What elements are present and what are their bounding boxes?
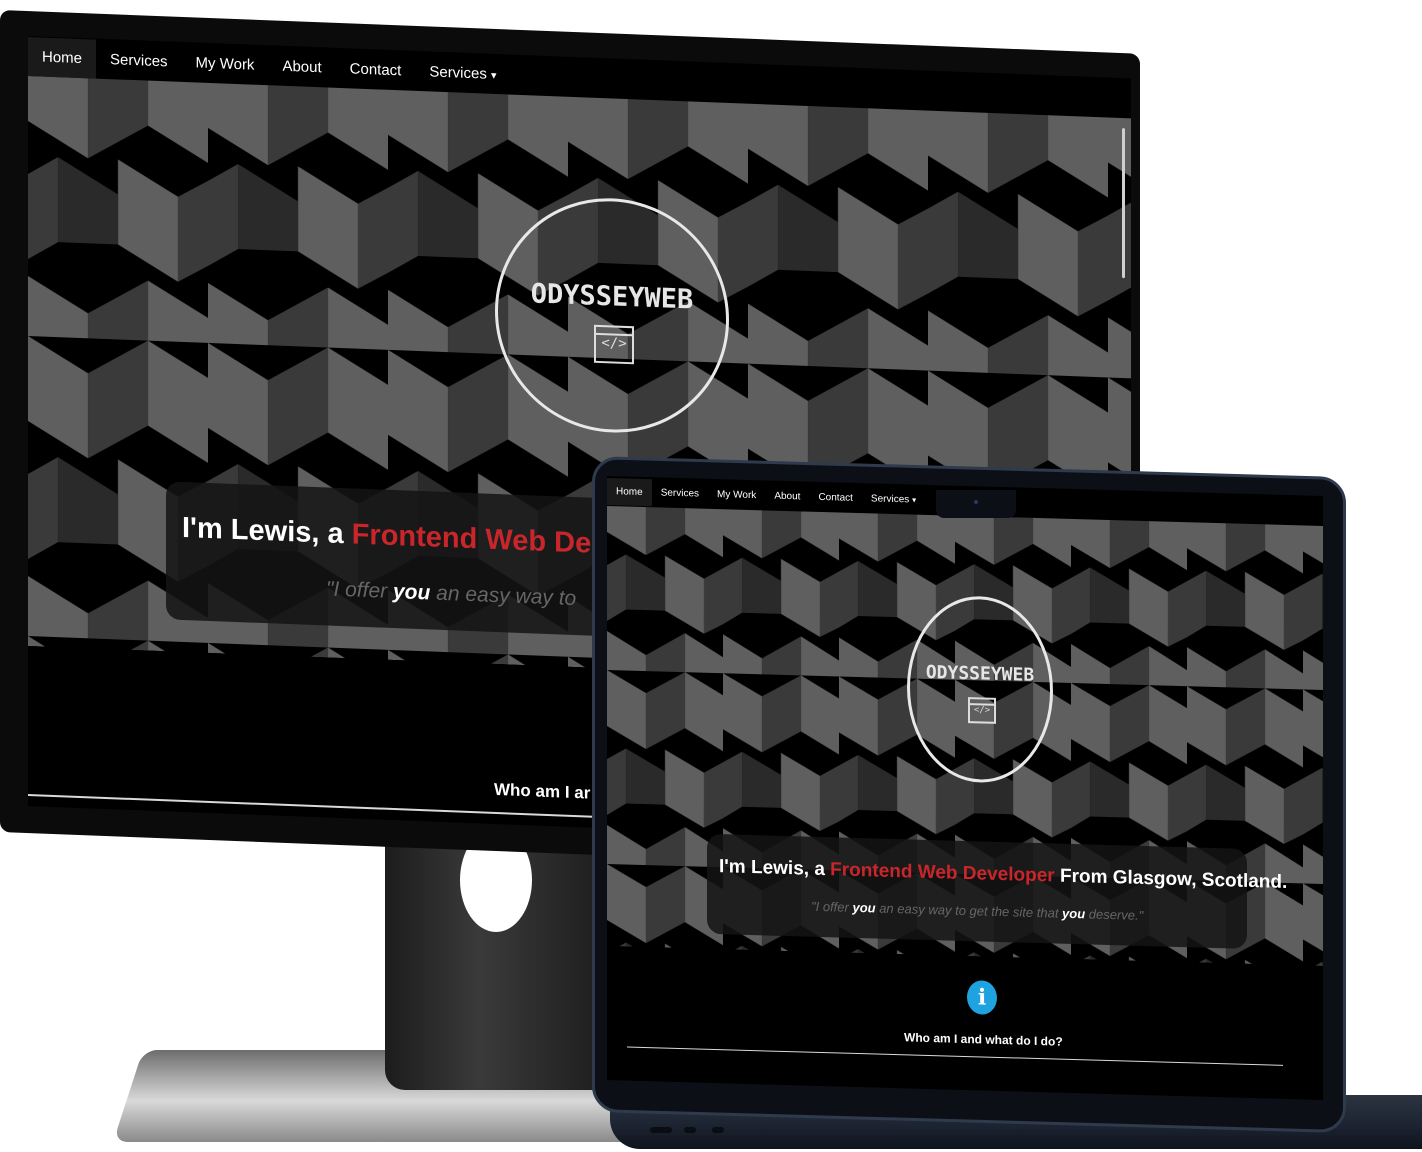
nav-my-work[interactable]: My Work <box>182 42 269 84</box>
nav-home[interactable]: Home <box>607 477 652 506</box>
headline: I'm Lewis, a Frontend Web De <box>182 512 591 561</box>
code-icon: </> <box>594 324 634 365</box>
nav-contact[interactable]: Contact <box>809 483 861 511</box>
who-am-i-heading: Who am I and what do I do? <box>904 1030 1063 1049</box>
scrollbar[interactable] <box>1122 128 1125 279</box>
nav-home[interactable]: Home <box>28 36 97 79</box>
nav-services-dropdown[interactable]: Services ▾ <box>415 51 510 94</box>
laptop-port <box>650 1127 672 1133</box>
logo-text: ODYSSEYWEB <box>925 661 1035 686</box>
nav-services[interactable]: Services <box>652 479 708 508</box>
nav-about[interactable]: About <box>765 482 809 510</box>
tagline-middle: an easy way to get the site that <box>875 900 1063 921</box>
info-icon-glyph: i <box>977 984 987 1011</box>
caret-down-icon: ▾ <box>912 495 917 505</box>
nav-about[interactable]: About <box>268 46 335 88</box>
headline-highlight: Frontend Web De <box>351 518 592 560</box>
laptop-port <box>712 1127 724 1133</box>
tagline-you: you <box>852 899 876 916</box>
headline-prefix: I'm Lewis, a <box>182 511 352 551</box>
tagline-open: "I offer <box>326 577 393 604</box>
section-divider <box>627 1046 1283 1066</box>
laptop-camera-notch <box>936 490 1016 518</box>
logo-text: ODYSSEYWEB <box>530 278 694 316</box>
code-icon: </> <box>968 697 996 724</box>
tagline-open: "I offer <box>811 898 853 915</box>
headline-prefix: I'm Lewis, a <box>719 856 831 881</box>
tagline-close: deserve." <box>1085 906 1144 923</box>
about-teaser: i Who am I and what do I do? <box>607 946 1323 1100</box>
info-icon[interactable]: i <box>967 980 997 1015</box>
caret-down-icon: ▾ <box>491 69 497 82</box>
tagline: "I offer you an easy way to get the site… <box>811 899 1143 923</box>
code-glyph: </> <box>601 335 627 352</box>
nav-services[interactable]: Services <box>96 39 182 81</box>
who-am-i-heading: Who am I ar <box>494 779 591 803</box>
code-glyph: </> <box>973 705 991 716</box>
tagline-you-second: you <box>1062 905 1086 922</box>
nav-contact[interactable]: Contact <box>336 48 416 90</box>
nav-my-work[interactable]: My Work <box>708 480 765 509</box>
nav-services-dropdown-label: Services <box>870 492 910 505</box>
camera-icon <box>974 500 978 504</box>
headline: I'm Lewis, a Frontend Web Developer From… <box>719 856 1287 894</box>
laptop-port <box>684 1127 696 1133</box>
laptop-screen: ODYSSEYWEB </> I'm Lewis, a Frontend Web… <box>607 476 1323 1100</box>
headline-highlight: Frontend Web Developer <box>830 859 1055 887</box>
hero-section: ODYSSEYWEB </> I'm Lewis, a Frontend Web… <box>607 476 1323 966</box>
tagline: "I offer you an easy way to <box>326 577 576 611</box>
tagline-you: you <box>392 580 431 605</box>
intro-card: I'm Lewis, a Frontend Web Developer From… <box>707 833 1287 949</box>
nav-services-dropdown[interactable]: Services ▾ <box>862 485 925 514</box>
tagline-middle: an easy way to <box>430 581 577 611</box>
nav-services-dropdown-label: Services <box>429 62 487 83</box>
